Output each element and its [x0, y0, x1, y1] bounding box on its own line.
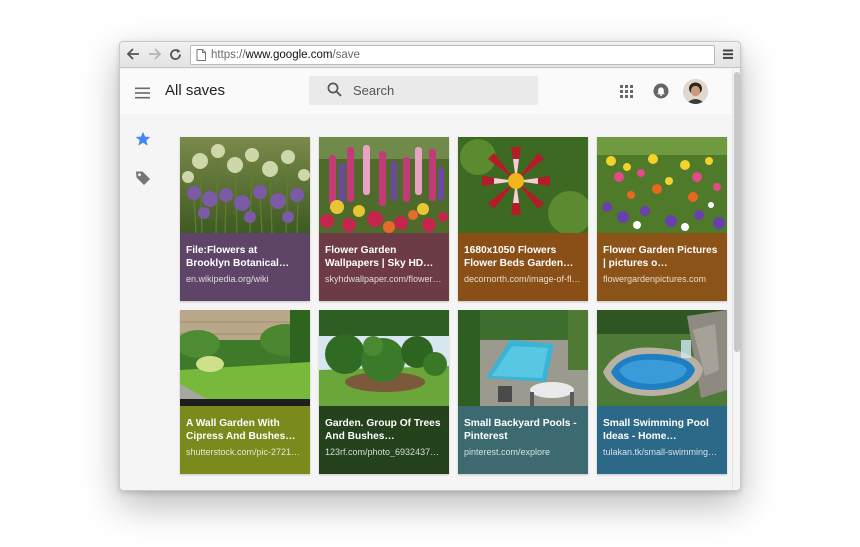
card-image — [180, 310, 310, 406]
card-swimming-pool-ideas[interactable]: Small Swimming Pool Ideas - Home… tulaka… — [597, 310, 727, 474]
card-title: File:Flowers at Brooklyn Botanical… — [186, 245, 290, 269]
reload-button[interactable] — [167, 46, 183, 62]
card-image — [458, 137, 588, 233]
forward-button[interactable] — [146, 46, 162, 62]
card-info: 1680x1050 Flowers Flower Beds Garden… de… — [458, 233, 588, 301]
card-image — [319, 137, 449, 233]
address-bar[interactable]: https://www.google.com/save — [190, 45, 715, 65]
url-path: /save — [332, 49, 360, 61]
avatar[interactable] — [683, 79, 708, 104]
card-source: flowergardenpictures.com — [603, 274, 707, 284]
card-backyard-pools[interactable]: Small Backyard Pools - Pinterest pintere… — [458, 310, 588, 474]
reload-icon — [169, 48, 181, 60]
bell-icon[interactable] — [653, 83, 669, 99]
card-info: Garden. Group Of Trees And Bushes… 123rf… — [319, 406, 449, 474]
browser-toolbar: https://www.google.com/save — [120, 42, 740, 68]
card-wall-garden[interactable]: A Wall Garden With Cipress And Bushes… s… — [180, 310, 310, 474]
card-source: 123rf.com/photo_6932437… — [325, 447, 440, 457]
browser-window: https://www.google.com/save All saves Se… — [119, 41, 741, 491]
card-info: Flower Garden Wallpapers | Sky HD… skyhd… — [319, 233, 449, 301]
star-icon[interactable] — [135, 131, 151, 147]
menu-bars-icon — [723, 49, 733, 59]
card-source: skyhdwallpaper.com/flower… — [325, 274, 442, 284]
arrow-left-icon — [126, 48, 139, 60]
card-title: Flower Garden Wallpapers | Sky HD… — [325, 245, 434, 269]
main-menu-button[interactable] — [135, 86, 150, 99]
back-button[interactable] — [125, 46, 141, 62]
card-sky-hd-wallpaper[interactable]: Flower Garden Wallpapers | Sky HD… skyhd… — [319, 137, 449, 301]
card-image — [597, 310, 727, 406]
search-icon — [327, 82, 342, 97]
url-host: www.google.com — [245, 49, 333, 61]
card-info: Flower Garden Pictures | pictures o… flo… — [597, 233, 727, 301]
card-title: Garden. Group Of Trees And Bushes… — [325, 418, 441, 442]
scrollbar-thumb[interactable] — [734, 72, 740, 352]
card-image — [458, 310, 588, 406]
card-decornorth-flower-beds[interactable]: 1680x1050 Flowers Flower Beds Garden… de… — [458, 137, 588, 301]
card-title: Flower Garden Pictures | pictures o… — [603, 245, 718, 269]
search-input[interactable] — [353, 76, 533, 105]
card-group-of-trees[interactable]: Garden. Group Of Trees And Bushes… 123rf… — [319, 310, 449, 474]
card-source: tulakan.tk/small-swimming… — [603, 447, 718, 457]
card-source: decornorth.com/image-of-fl… — [464, 274, 581, 284]
arrow-right-icon — [148, 48, 161, 60]
card-source: en.wikipedia.org/wiki — [186, 274, 269, 284]
url-scheme: https:// — [211, 49, 246, 61]
card-image — [319, 310, 449, 406]
card-title: A Wall Garden With Cipress And Bushes… — [186, 418, 296, 442]
card-title: Small Backyard Pools - Pinterest — [464, 418, 577, 442]
app-header: All saves — [120, 69, 732, 114]
card-image — [597, 137, 727, 233]
card-info: File:Flowers at Brooklyn Botanical… en.w… — [180, 233, 310, 301]
card-source: pinterest.com/explore — [464, 447, 551, 457]
hamburger-icon — [135, 87, 150, 99]
card-brooklyn-flowers[interactable]: File:Flowers at Brooklyn Botanical… en.w… — [180, 137, 310, 301]
card-source: shutterstock.com/pic-2721… — [186, 447, 301, 457]
search-box[interactable] — [309, 76, 538, 105]
apps-grid-icon[interactable] — [620, 85, 633, 98]
page-content: All saves Search File:Flowers at Brookly… — [120, 69, 732, 490]
card-info: Small Swimming Pool Ideas - Home… tulaka… — [597, 406, 727, 474]
card-info: A Wall Garden With Cipress And Bushes… s… — [180, 406, 310, 474]
card-flower-garden-pictures[interactable]: Flower Garden Pictures | pictures o… flo… — [597, 137, 727, 301]
card-title: 1680x1050 Flowers Flower Beds Garden… — [464, 245, 574, 269]
card-image — [180, 137, 310, 233]
card-title: Small Swimming Pool Ideas - Home… — [603, 418, 709, 442]
card-info: Small Backyard Pools - Pinterest pintere… — [458, 406, 588, 474]
page-title: All saves — [165, 82, 226, 99]
browser-menu-button[interactable] — [722, 47, 734, 61]
page-icon — [196, 49, 206, 61]
user-photo-icon — [683, 79, 708, 104]
tag-icon[interactable] — [135, 170, 151, 186]
